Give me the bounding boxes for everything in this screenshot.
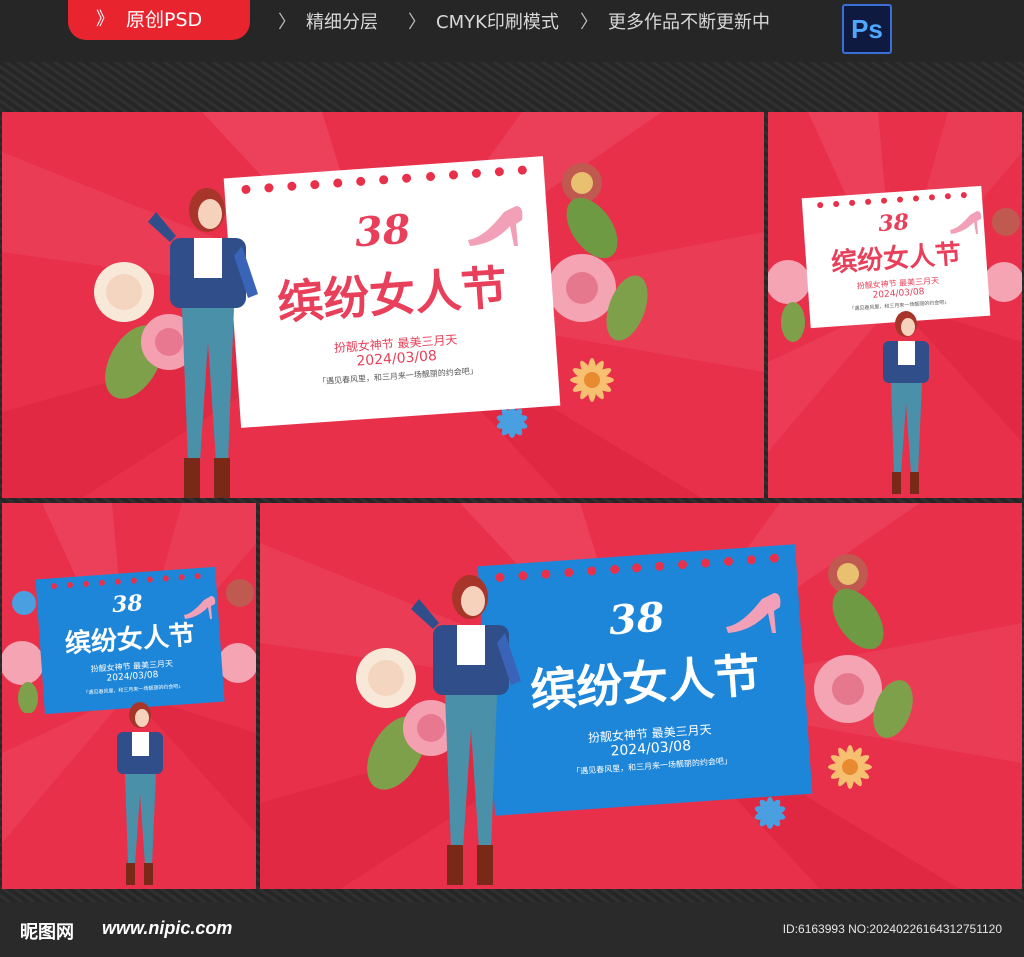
poster-panel-4: 38 缤纷女人节 扮靓女神节 最美三月天 2024/03/08 「遇见春风里，和… <box>260 503 1022 889</box>
woman-illustration <box>411 575 521 885</box>
poster-number: 38 <box>111 590 144 619</box>
daisy-icon <box>570 358 614 402</box>
feature-label: CMYK印刷模式 <box>436 12 559 33</box>
feature-label: 精细分层 <box>306 12 378 33</box>
poster-title: 缤纷女人节 <box>275 260 509 330</box>
woman-illustration <box>117 702 163 885</box>
blue-star-flower-icon <box>754 797 786 829</box>
chevron-right-icon: 〉 <box>408 12 426 33</box>
site-logo: 昵图网 <box>20 922 74 943</box>
photoshop-icon: Ps <box>842 4 892 54</box>
high-heel-shoe-icon <box>184 596 216 619</box>
poster-number: 38 <box>877 209 910 238</box>
feature-layers: 〉精细分层 <box>278 8 378 34</box>
feature-label: 更多作品不断更新中 <box>608 12 770 33</box>
badge-label: 原创PSD <box>126 9 203 31</box>
chevron-right-icon: 〉 <box>278 12 296 33</box>
poster-number: 38 <box>607 593 667 645</box>
chevron-right-icon: 〉 <box>580 12 598 33</box>
image-id-label: ID:6163993 NO:20240226164312751120 <box>782 922 1002 936</box>
feature-updates: 〉更多作品不断更新中 <box>580 8 770 34</box>
original-psd-badge: 》 原创PSD <box>68 0 250 40</box>
double-chevron-icon: 》 <box>96 9 114 30</box>
rose-flower-icon <box>814 554 913 738</box>
poster-panel-2: 38 缤纷女人节 扮靓女神节 最美三月天 2024/03/08 「遇见春风里，和… <box>768 112 1022 498</box>
site-url[interactable]: www.nipic.com <box>102 918 232 939</box>
poster-panel-1: 38 缤纷女人节 扮靓女神节 最美三月天 2024/03/08 「遇见春风里，和… <box>2 112 764 498</box>
poster-number: 38 <box>353 205 413 257</box>
woman-illustration <box>883 311 929 494</box>
high-heel-shoe-icon <box>950 211 982 234</box>
rose-flower-icon <box>548 163 648 341</box>
high-heel-shoe-icon <box>726 593 781 633</box>
poster-card-blue: 38 缤纷女人节 扮靓女神节 最美三月天 2024/03/08 「遇见春风里，和… <box>35 566 225 715</box>
poster-panel-3: 38 缤纷女人节 扮靓女神节 最美三月天 2024/03/08 「遇见春风里，和… <box>2 503 256 889</box>
woman-illustration <box>148 188 258 498</box>
daisy-icon <box>828 745 872 789</box>
feature-cmyk: 〉 CMYK印刷模式 <box>408 8 559 34</box>
poster-title: 缤纷女人节 <box>528 648 762 718</box>
poster-card: 38 缤纷女人节 扮靓女神节 最美三月天 2024/03/08 「遇见春风里，和… <box>223 156 561 428</box>
high-heel-shoe-icon <box>468 206 523 246</box>
